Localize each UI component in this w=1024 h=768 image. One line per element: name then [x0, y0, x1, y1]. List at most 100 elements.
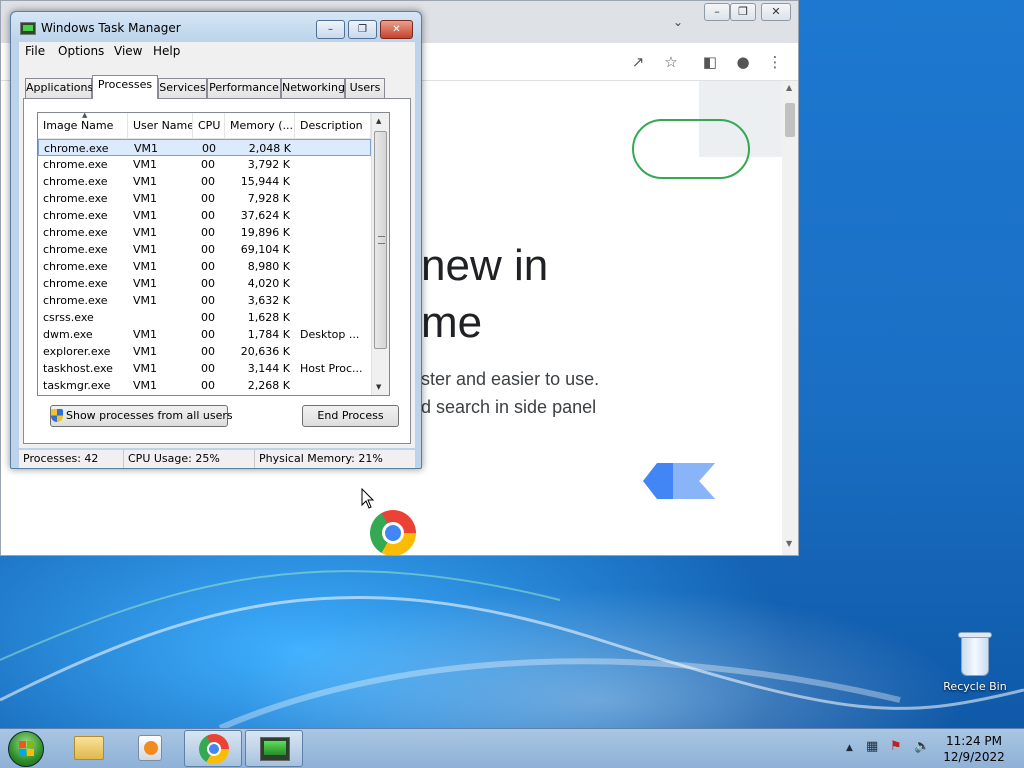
- star-icon[interactable]: ☆: [659, 51, 683, 73]
- tab-networking[interactable]: Networking: [281, 78, 345, 98]
- process-image-cell: csrss.exe: [43, 311, 94, 324]
- column-user-name[interactable]: User Name: [128, 113, 193, 139]
- menu-view[interactable]: View: [114, 44, 142, 58]
- column-cpu[interactable]: CPU: [193, 113, 225, 139]
- show-hidden-icons-icon[interactable]: ▲: [846, 743, 853, 753]
- process-cpu-cell: 00: [201, 192, 215, 205]
- task-manager-window[interactable]: Windows Task Manager – ❐ ✕ File Options …: [10, 11, 422, 469]
- process-row[interactable]: chrome.exe VM1 00 4,020 K: [38, 275, 371, 292]
- process-row[interactable]: taskhost.exe VM1 00 3,144 K Host Proc...: [38, 360, 371, 377]
- process-row[interactable]: explorer.exe VM1 00 20,636 K: [38, 343, 371, 360]
- tab-applications[interactable]: Applications: [25, 78, 93, 98]
- process-list[interactable]: ▲ Image Name User Name CPU Memory (... D…: [37, 112, 390, 396]
- process-cpu-cell: 00: [201, 345, 215, 358]
- process-memory-cell: 20,636 K: [240, 345, 290, 358]
- taskbar-windows-explorer[interactable]: [60, 730, 118, 767]
- process-memory-cell: 37,624 K: [240, 209, 290, 222]
- process-user-cell: VM1: [133, 277, 158, 290]
- process-cpu-cell: 00: [201, 362, 215, 375]
- process-list-scrollbar[interactable]: ▲ ▼: [371, 113, 389, 395]
- scroll-down-icon[interactable]: ▼: [376, 383, 381, 391]
- task-manager-icon: [20, 22, 36, 35]
- taskbar-media-player[interactable]: [120, 730, 178, 767]
- process-row[interactable]: csrss.exe 00 1,628 K: [38, 309, 371, 326]
- process-row[interactable]: dwm.exe VM1 00 1,784 K Desktop ...: [38, 326, 371, 343]
- process-memory-cell: 2,048 K: [248, 142, 291, 155]
- action-center-icon[interactable]: ⚑: [890, 739, 902, 754]
- close-button[interactable]: ✕: [380, 20, 413, 39]
- process-user-cell: VM1: [133, 243, 158, 256]
- taskbar-clock[interactable]: 11:24 PM 12/9/2022: [940, 733, 1008, 765]
- process-description-cell: [300, 343, 370, 360]
- process-image-cell: chrome.exe: [43, 209, 108, 222]
- process-description-cell: [300, 258, 370, 275]
- process-cpu-cell: 00: [201, 209, 215, 222]
- restore-button[interactable]: ❐: [730, 3, 756, 21]
- status-physical-memory: Physical Memory: 21%: [259, 452, 383, 465]
- taskbar-google-chrome[interactable]: [184, 730, 242, 767]
- process-cpu-cell: 00: [201, 311, 215, 324]
- process-row[interactable]: chrome.exe VM1 00 37,624 K: [38, 207, 371, 224]
- task-manager-titlebar[interactable]: Windows Task Manager – ❐ ✕: [11, 12, 421, 42]
- page-scroll-thumb[interactable]: [785, 103, 795, 137]
- menu-options[interactable]: Options: [58, 44, 104, 58]
- process-row[interactable]: chrome.exe VM1 00 69,104 K: [38, 241, 371, 258]
- process-list-header: ▲ Image Name User Name CPU Memory (... D…: [38, 113, 371, 139]
- process-image-cell: chrome.exe: [43, 226, 108, 239]
- close-button[interactable]: ✕: [761, 3, 791, 21]
- process-row[interactable]: chrome.exe VM1 00 2,048 K: [38, 139, 371, 156]
- tab-services[interactable]: Services: [158, 78, 207, 98]
- process-row[interactable]: chrome.exe VM1 00 3,792 K: [38, 156, 371, 173]
- process-memory-cell: 3,632 K: [247, 294, 290, 307]
- end-process-button[interactable]: End Process: [302, 405, 399, 427]
- scroll-up-icon[interactable]: ▲: [786, 83, 792, 92]
- process-memory-cell: 1,628 K: [247, 311, 290, 324]
- recycle-bin[interactable]: Recycle Bin: [940, 630, 1010, 693]
- windows-logo-icon: [19, 741, 35, 757]
- page-scrollbar[interactable]: ▲ ▼: [782, 81, 798, 555]
- page-heading-line2: me: [421, 298, 483, 347]
- process-row[interactable]: chrome.exe VM1 00 7,928 K: [38, 190, 371, 207]
- process-cpu-cell: 00: [201, 243, 215, 256]
- profile-icon[interactable]: ●: [731, 51, 755, 73]
- show-all-processes-button[interactable]: Show processes from all users: [50, 405, 233, 427]
- process-row[interactable]: taskmgr.exe VM1 00 2,268 K: [38, 377, 371, 394]
- scroll-down-icon[interactable]: ▼: [786, 539, 792, 548]
- sort-ascending-icon: ▲: [82, 113, 88, 119]
- minimize-button[interactable]: –: [704, 3, 730, 21]
- process-row[interactable]: chrome.exe VM1 00 15,944 K: [38, 173, 371, 190]
- process-row[interactable]: chrome.exe VM1 00 19,896 K: [38, 224, 371, 241]
- share-icon[interactable]: ↗: [626, 51, 650, 73]
- column-memory[interactable]: Memory (...: [225, 113, 295, 139]
- network-icon[interactable]: ▦: [866, 739, 878, 754]
- minimize-button[interactable]: –: [316, 20, 345, 39]
- scroll-up-icon[interactable]: ▲: [376, 117, 381, 125]
- tab-users[interactable]: Users: [345, 78, 385, 98]
- tab-search-icon[interactable]: ⌄: [673, 15, 683, 29]
- task-manager-icon: [260, 737, 290, 761]
- taskbar-task-manager[interactable]: [245, 730, 303, 767]
- menu-icon[interactable]: ⋮: [763, 51, 787, 73]
- process-row[interactable]: chrome.exe VM1 00 8,980 K: [38, 258, 371, 275]
- maximize-button[interactable]: ❐: [348, 20, 377, 39]
- process-list-scroll-thumb[interactable]: [374, 131, 387, 349]
- menu-help[interactable]: Help: [153, 44, 180, 58]
- tab-processes[interactable]: Processes: [92, 75, 158, 99]
- tab-performance[interactable]: Performance: [207, 78, 281, 98]
- start-button[interactable]: [8, 731, 44, 767]
- blue-arrow-illustration: [643, 463, 715, 499]
- process-image-cell: chrome.exe: [43, 243, 108, 256]
- process-row[interactable]: chrome.exe VM1 00 3,632 K: [38, 292, 371, 309]
- status-processes: Processes: 42: [19, 450, 124, 468]
- process-description-cell: [300, 156, 370, 173]
- process-image-cell: chrome.exe: [43, 175, 108, 188]
- column-image-name[interactable]: ▲ Image Name: [38, 113, 128, 139]
- menu-file[interactable]: File: [25, 44, 45, 58]
- column-description[interactable]: Description: [295, 113, 371, 139]
- process-user-cell: [133, 309, 191, 326]
- side-panel-icon[interactable]: ◧: [698, 51, 722, 73]
- process-user-cell: VM1: [134, 142, 159, 155]
- uac-shield-icon: [51, 409, 63, 422]
- volume-icon[interactable]: 🔈: [914, 739, 930, 754]
- process-cpu-cell: 00: [201, 379, 215, 392]
